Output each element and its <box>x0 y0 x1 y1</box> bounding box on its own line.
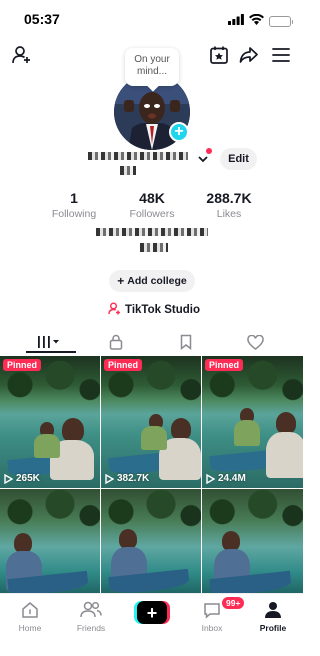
thumbnail-scenery <box>0 489 100 527</box>
stat-likes[interactable]: 288.7K Likes <box>200 190 258 220</box>
video-thumbnail[interactable] <box>101 489 201 594</box>
tab-videos[interactable] <box>37 332 63 352</box>
nav-friends[interactable]: Friends <box>66 599 116 633</box>
inbox-icon: 99+ <box>201 596 246 621</box>
followers-count: 48K <box>139 190 165 206</box>
grid-bars-icon <box>38 336 59 348</box>
note-bubble[interactable]: On your mind... <box>125 48 179 86</box>
note-text: On your mind... <box>134 54 170 77</box>
edit-profile-button[interactable]: Edit <box>220 148 257 170</box>
create-button[interactable]: + <box>134 601 170 624</box>
video-thumbnail[interactable]: Pinned 265K <box>0 356 100 488</box>
video-thumbnail[interactable]: Pinned 382.7K <box>101 356 201 488</box>
bio-obscured <box>96 228 208 236</box>
nav-home-label: Home <box>18 623 42 633</box>
nav-inbox-label: Inbox <box>201 623 223 633</box>
thumbnail-scenery <box>101 489 201 527</box>
add-story-icon[interactable]: + <box>169 122 189 142</box>
bottom-nav: Home Friends + 99+ Inbox Profile <box>0 593 303 656</box>
share-icon[interactable] <box>238 44 260 66</box>
add-college-label: Add college <box>127 275 187 287</box>
status-bar: 05:37 <box>0 0 303 36</box>
view-count: 382.7K <box>105 473 149 484</box>
menu-icon[interactable] <box>270 44 292 66</box>
bookmark-icon <box>180 334 192 350</box>
status-time: 05:37 <box>24 11 60 27</box>
heart-icon <box>246 334 264 350</box>
nav-home[interactable]: Home <box>5 599 55 633</box>
lock-icon <box>109 334 123 350</box>
video-thumbnail[interactable] <box>202 489 303 594</box>
tab-saved[interactable] <box>176 332 196 352</box>
play-icon <box>4 473 13 484</box>
home-icon <box>19 599 41 621</box>
likes-count: 288.7K <box>206 190 252 206</box>
active-tab-indicator <box>26 351 76 353</box>
studio-icon <box>108 302 121 318</box>
pinned-badge: Pinned <box>104 359 143 371</box>
chevron-down-icon[interactable] <box>197 152 211 166</box>
following-label: Following <box>51 208 97 220</box>
add-friend-icon[interactable] <box>11 44 33 66</box>
username-obscured <box>88 152 188 160</box>
thumbnail-scenery <box>202 489 303 527</box>
status-icons <box>228 12 293 30</box>
view-count: 24.4M <box>206 473 246 484</box>
play-icon <box>206 473 215 484</box>
wifi-icon <box>249 12 264 30</box>
nav-inbox[interactable]: 99+ Inbox <box>187 596 246 633</box>
profile-icon <box>262 599 284 621</box>
tab-private[interactable] <box>106 332 126 352</box>
likes-label: Likes <box>216 208 242 220</box>
plus-icon: + <box>137 601 167 624</box>
followers-label: Followers <box>129 208 175 220</box>
bio-obscured-2 <box>140 243 168 252</box>
video-grid: Pinned 265K Pinned 382.7K Pinned 24.4M <box>0 356 303 594</box>
add-college-button[interactable]: + Add college <box>109 270 195 292</box>
pinned-badge: Pinned <box>3 359 42 371</box>
following-count: 1 <box>70 190 78 206</box>
view-count: 265K <box>4 473 40 484</box>
signal-icon <box>228 12 244 30</box>
calendar-star-icon[interactable] <box>208 44 230 66</box>
tiktok-studio-link[interactable]: TikTok Studio <box>108 302 200 318</box>
nav-friends-label: Friends <box>76 623 106 633</box>
username-obscured-2 <box>120 166 136 175</box>
inbox-badge: 99+ <box>221 596 246 610</box>
tab-liked[interactable] <box>245 332 265 352</box>
notification-dot <box>206 148 212 154</box>
plus-icon: + <box>117 274 125 288</box>
video-thumbnail[interactable] <box>0 489 100 594</box>
friends-icon <box>80 599 102 621</box>
nav-profile-label: Profile <box>259 623 287 633</box>
stat-followers[interactable]: 48K Followers <box>125 190 179 220</box>
play-icon <box>105 473 114 484</box>
nav-profile[interactable]: Profile <box>248 599 298 633</box>
battery-icon <box>269 15 293 27</box>
stat-following[interactable]: 1 Following <box>48 190 100 220</box>
pinned-badge: Pinned <box>205 359 244 371</box>
video-thumbnail[interactable]: Pinned 24.4M <box>202 356 303 488</box>
studio-label: TikTok Studio <box>125 304 200 316</box>
